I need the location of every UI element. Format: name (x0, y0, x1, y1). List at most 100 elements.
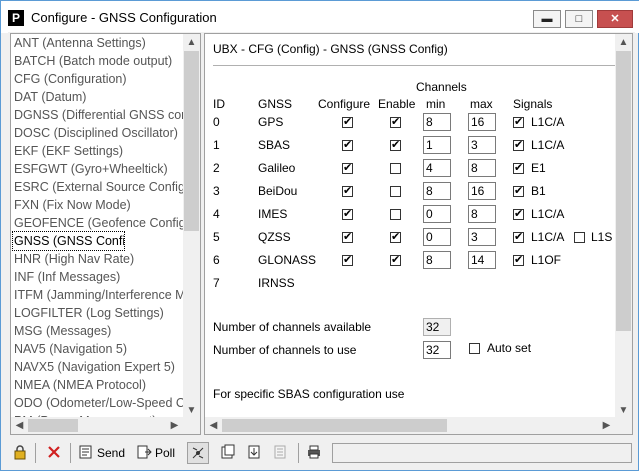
panel-horizontal-scrollbar[interactable]: ◀ ▶ (205, 417, 615, 434)
signal-checkbox[interactable]: ✔ (513, 232, 524, 243)
min-channels-field[interactable]: 4 (423, 159, 451, 177)
row-id: 5 (213, 230, 220, 244)
list-scroll-thumb[interactable] (184, 51, 199, 231)
message-list-item[interactable]: CFG (Configuration) (13, 70, 183, 88)
close-button[interactable]: ✕ (597, 10, 633, 28)
max-channels-field[interactable]: 3 (468, 228, 496, 246)
signal-checkbox[interactable]: ✔ (513, 140, 524, 151)
message-list-item[interactable]: ITFM (Jamming/Interference M (13, 286, 183, 304)
signal-label: L1C/A (531, 207, 565, 221)
enable-checkbox[interactable] (390, 209, 401, 220)
delete-icon[interactable] (46, 442, 65, 464)
enable-checkbox[interactable] (390, 163, 401, 174)
list-vertical-scrollbar[interactable]: ▲ ▼ (183, 34, 200, 419)
app-icon: P (8, 10, 24, 26)
signal-checkbox[interactable]: ✔ (513, 163, 524, 174)
min-channels-field[interactable]: 0 (423, 228, 451, 246)
signal-checkbox[interactable]: ✔ (513, 209, 524, 220)
message-list[interactable]: ANT (Antenna Settings) BATCH (Batch mode … (10, 33, 201, 435)
signal2-label: L1S (591, 230, 613, 244)
max-channels-field[interactable]: 16 (468, 182, 496, 200)
panel-scroll-right-arrow-icon[interactable]: ▶ (598, 417, 615, 434)
message-list-item[interactable]: EKF (EKF Settings) (13, 142, 183, 160)
message-list-item[interactable]: BATCH (Batch mode output) (13, 52, 183, 70)
message-list-item[interactable]: NAVX5 (Navigation Expert 5) (13, 358, 183, 376)
scroll-right-arrow-icon[interactable]: ▶ (166, 417, 183, 434)
configure-checkbox[interactable]: ✔ (342, 209, 353, 220)
min-channels-field[interactable]: 8 (423, 182, 451, 200)
message-list-item[interactable]: INF (Inf Messages) (13, 268, 183, 286)
auto-set-checkbox[interactable] (469, 343, 480, 354)
enable-checkbox[interactable]: ✔ (390, 255, 401, 266)
message-list-items: ANT (Antenna Settings) BATCH (Batch mode … (12, 34, 183, 430)
enable-checkbox[interactable]: ✔ (390, 117, 401, 128)
message-list-item[interactable]: DOSC (Disciplined Oscillator) (13, 124, 183, 142)
configure-checkbox[interactable]: ✔ (342, 117, 353, 128)
message-list-item[interactable]: MSG (Messages) (13, 322, 183, 340)
list-hscroll-thumb[interactable] (28, 419, 78, 432)
signal-checkbox[interactable]: ✔ (513, 186, 524, 197)
message-list-item[interactable]: DAT (Datum) (13, 88, 183, 106)
enable-checkbox[interactable]: ✔ (390, 232, 401, 243)
minimize-button[interactable]: ▬ (533, 10, 561, 28)
header-configure: Configure (318, 97, 371, 111)
configure-checkbox[interactable]: ✔ (342, 255, 353, 266)
message-list-item[interactable]: NAV5 (Navigation 5) (13, 340, 183, 358)
maximize-button[interactable]: □ (565, 10, 593, 28)
refresh-tool-icon[interactable] (187, 442, 209, 464)
message-list-item[interactable]: ODO (Odometer/Low-Speed C (13, 394, 183, 412)
enable-checkbox[interactable] (390, 186, 401, 197)
row-gnss-name: IRNSS (258, 276, 295, 290)
header-signals: Signals (513, 97, 553, 111)
configure-checkbox[interactable]: ✔ (342, 163, 353, 174)
configure-checkbox[interactable]: ✔ (342, 140, 353, 151)
message-list-item[interactable]: ESFGWT (Gyro+Wheeltick) (13, 160, 183, 178)
download-icon[interactable] (246, 442, 265, 464)
row-gnss-name: QZSS (258, 230, 291, 244)
lock-icon[interactable] (12, 442, 31, 464)
row-id: 0 (213, 115, 220, 129)
panel-vertical-scrollbar[interactable]: ▲ ▼ (615, 34, 632, 419)
message-list-item[interactable]: HNR (High Nav Rate) (13, 250, 183, 268)
row-id: 4 (213, 207, 220, 221)
poll-button[interactable]: Poll (136, 442, 175, 464)
configure-window: P Configure - GNSS Configuration ▬ □ ✕ A… (0, 0, 640, 471)
max-channels-field[interactable]: 8 (468, 159, 496, 177)
channels-available-field: 32 (423, 318, 451, 336)
min-channels-field[interactable]: 0 (423, 205, 451, 223)
print-icon[interactable] (306, 442, 325, 464)
configure-checkbox[interactable]: ✔ (342, 186, 353, 197)
message-list-item[interactable]: LOGFILTER (Log Settings) (13, 304, 183, 322)
max-channels-field[interactable]: 16 (468, 113, 496, 131)
min-channels-field[interactable]: 1 (423, 136, 451, 154)
send-button[interactable]: Send (78, 442, 125, 464)
signal2-checkbox[interactable] (574, 232, 585, 243)
load-file-icon[interactable] (220, 442, 239, 464)
message-list-item[interactable]: FXN (Fix Now Mode) (13, 196, 183, 214)
panel-hscroll-thumb[interactable] (222, 419, 447, 432)
enable-checkbox[interactable]: ✔ (390, 140, 401, 151)
title-bar[interactable]: P Configure - GNSS Configuration ▬ □ ✕ (1, 1, 640, 33)
panel-scroll-up-arrow-icon[interactable]: ▲ (615, 34, 632, 51)
scroll-up-arrow-icon[interactable]: ▲ (183, 34, 200, 51)
panel-scroll-thumb[interactable] (616, 51, 631, 331)
max-channels-field[interactable]: 8 (468, 205, 496, 223)
list-horizontal-scrollbar[interactable]: ◀ ▶ (11, 417, 183, 434)
channels-to-use-field[interactable]: 32 (423, 341, 451, 359)
max-channels-field[interactable]: 14 (468, 251, 496, 269)
min-channels-field[interactable]: 8 (423, 251, 451, 269)
message-list-item[interactable]: ANT (Antenna Settings) (13, 34, 183, 52)
signal-checkbox[interactable]: ✔ (513, 117, 524, 128)
header-enable: Enable (378, 97, 416, 111)
message-list-item[interactable]: DGNSS (Differential GNSS conf (13, 106, 183, 124)
max-channels-field[interactable]: 3 (468, 136, 496, 154)
configure-checkbox[interactable]: ✔ (342, 232, 353, 243)
message-list-item[interactable]: GEOFENCE (Geofence Config) (13, 214, 183, 232)
message-list-item[interactable]: GNSS (GNSS Config) (12, 231, 125, 251)
panel-scroll-left-arrow-icon[interactable]: ◀ (205, 417, 222, 434)
scroll-left-arrow-icon[interactable]: ◀ (11, 417, 28, 434)
message-list-item[interactable]: ESRC (External Source Config) (13, 178, 183, 196)
message-list-item[interactable]: NMEA (NMEA Protocol) (13, 376, 183, 394)
signal-checkbox[interactable]: ✔ (513, 255, 524, 266)
min-channels-field[interactable]: 8 (423, 113, 451, 131)
